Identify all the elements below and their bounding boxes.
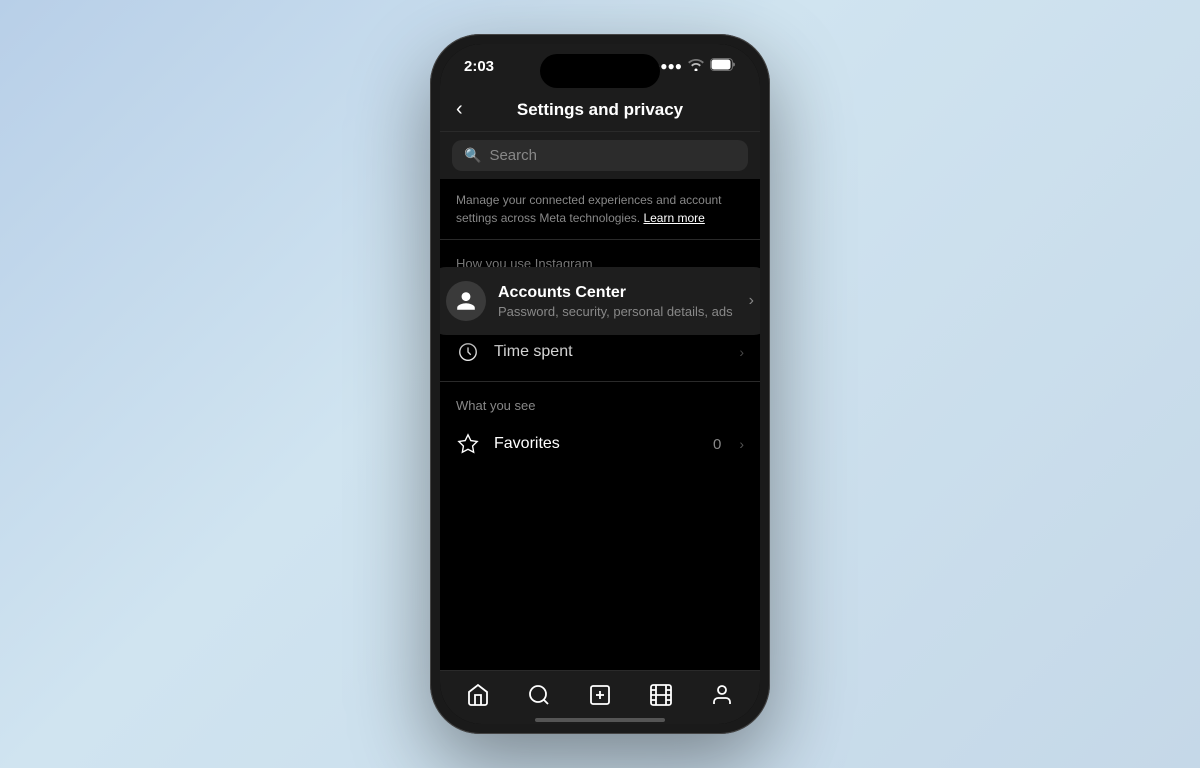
favorites-item[interactable]: Favorites 0 › [440,419,760,469]
clock-icon [457,341,479,363]
battery-icon [710,58,736,74]
tab-search[interactable] [517,673,561,717]
search-tab-icon [527,683,551,707]
tab-add[interactable] [578,673,622,717]
favorites-chevron: › [739,436,744,452]
dynamic-island [540,54,660,88]
what-you-see-header: What you see [440,386,760,419]
tab-bar [440,670,760,719]
tab-profile[interactable] [700,673,744,717]
person-icon [455,290,477,312]
header-title: Settings and privacy [517,100,683,120]
accounts-center-title: Accounts Center [498,284,737,302]
accounts-center-subtitle: Password, security, personal details, ad… [498,304,737,319]
accounts-center-tooltip[interactable]: Accounts Center Password, security, pers… [440,267,760,335]
accounts-manage-section: Manage your connected experiences and ac… [440,179,760,235]
favorites-label: Favorites [494,435,699,453]
manage-text: Manage your connected experiences and ac… [456,193,722,225]
phone-screen: 2:03 ●●●● [440,44,760,724]
film-icon [649,683,673,707]
settings-header: ‹ Settings and privacy [440,88,760,132]
search-icon: 🔍 [464,147,481,164]
search-bar-container: 🔍 Search [440,132,760,179]
accounts-center-chevron: › [749,292,754,310]
home-icon [466,683,490,707]
accounts-center-icon [446,281,486,321]
muted-item[interactable]: Muted 1 › [440,469,760,483]
divider-1 [440,239,760,240]
search-input[interactable]: 🔍 Search [452,140,748,171]
phone-frame: 2:03 ●●●● [430,34,770,734]
divider-2 [440,381,760,382]
plus-square-icon [588,683,612,707]
home-indicator-bar [535,718,665,722]
status-icons: ●●●● [653,58,736,74]
status-time: 2:03 [464,58,494,75]
accounts-center-text: Accounts Center Password, security, pers… [498,284,737,319]
status-bar: 2:03 ●●●● [440,44,760,88]
favorites-badge: 0 [713,436,721,453]
tab-reels[interactable] [639,673,683,717]
back-button[interactable]: ‹ [456,98,463,121]
time-spent-chevron: › [739,344,744,360]
learn-more-link[interactable]: Learn more [643,211,704,225]
home-indicator [440,719,760,724]
muted-icon [456,482,480,483]
time-spent-icon [456,340,480,364]
search-placeholder: Search [489,147,537,164]
profile-icon [710,683,734,707]
time-spent-label: Time spent [494,343,725,361]
tab-home[interactable] [456,673,500,717]
star-icon [457,433,479,455]
favorites-icon [456,432,480,456]
wifi-icon [688,59,704,74]
main-content: Accounts Center Password, security, pers… [440,179,760,670]
